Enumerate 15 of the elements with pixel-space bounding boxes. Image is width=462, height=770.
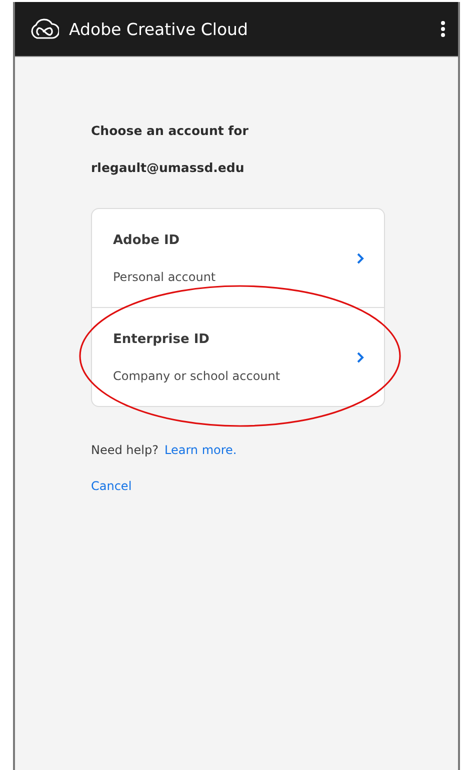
account-title: Adobe ID: [113, 232, 180, 248]
more-options-icon[interactable]: [440, 20, 446, 38]
account-title: Enterprise ID: [113, 332, 210, 346]
account-description: Company or school account: [113, 368, 280, 382]
chevron-right-icon: [357, 352, 364, 362]
help-text: Need help?: [91, 443, 158, 457]
learn-more-link[interactable]: Learn more.: [164, 443, 237, 457]
window-title: Adobe Creative Cloud: [69, 20, 249, 38]
heading: Choose an account for: [91, 123, 248, 138]
email-text: rlegault@umassd.edu: [91, 160, 244, 175]
chevron-right-icon: [357, 252, 364, 264]
cloud-logo-icon: [29, 18, 59, 40]
account-description: Personal account: [113, 270, 216, 284]
account-option[interactable]: Adobe ID Personal account: [92, 209, 384, 308]
cancel-link[interactable]: Cancel: [91, 479, 132, 493]
